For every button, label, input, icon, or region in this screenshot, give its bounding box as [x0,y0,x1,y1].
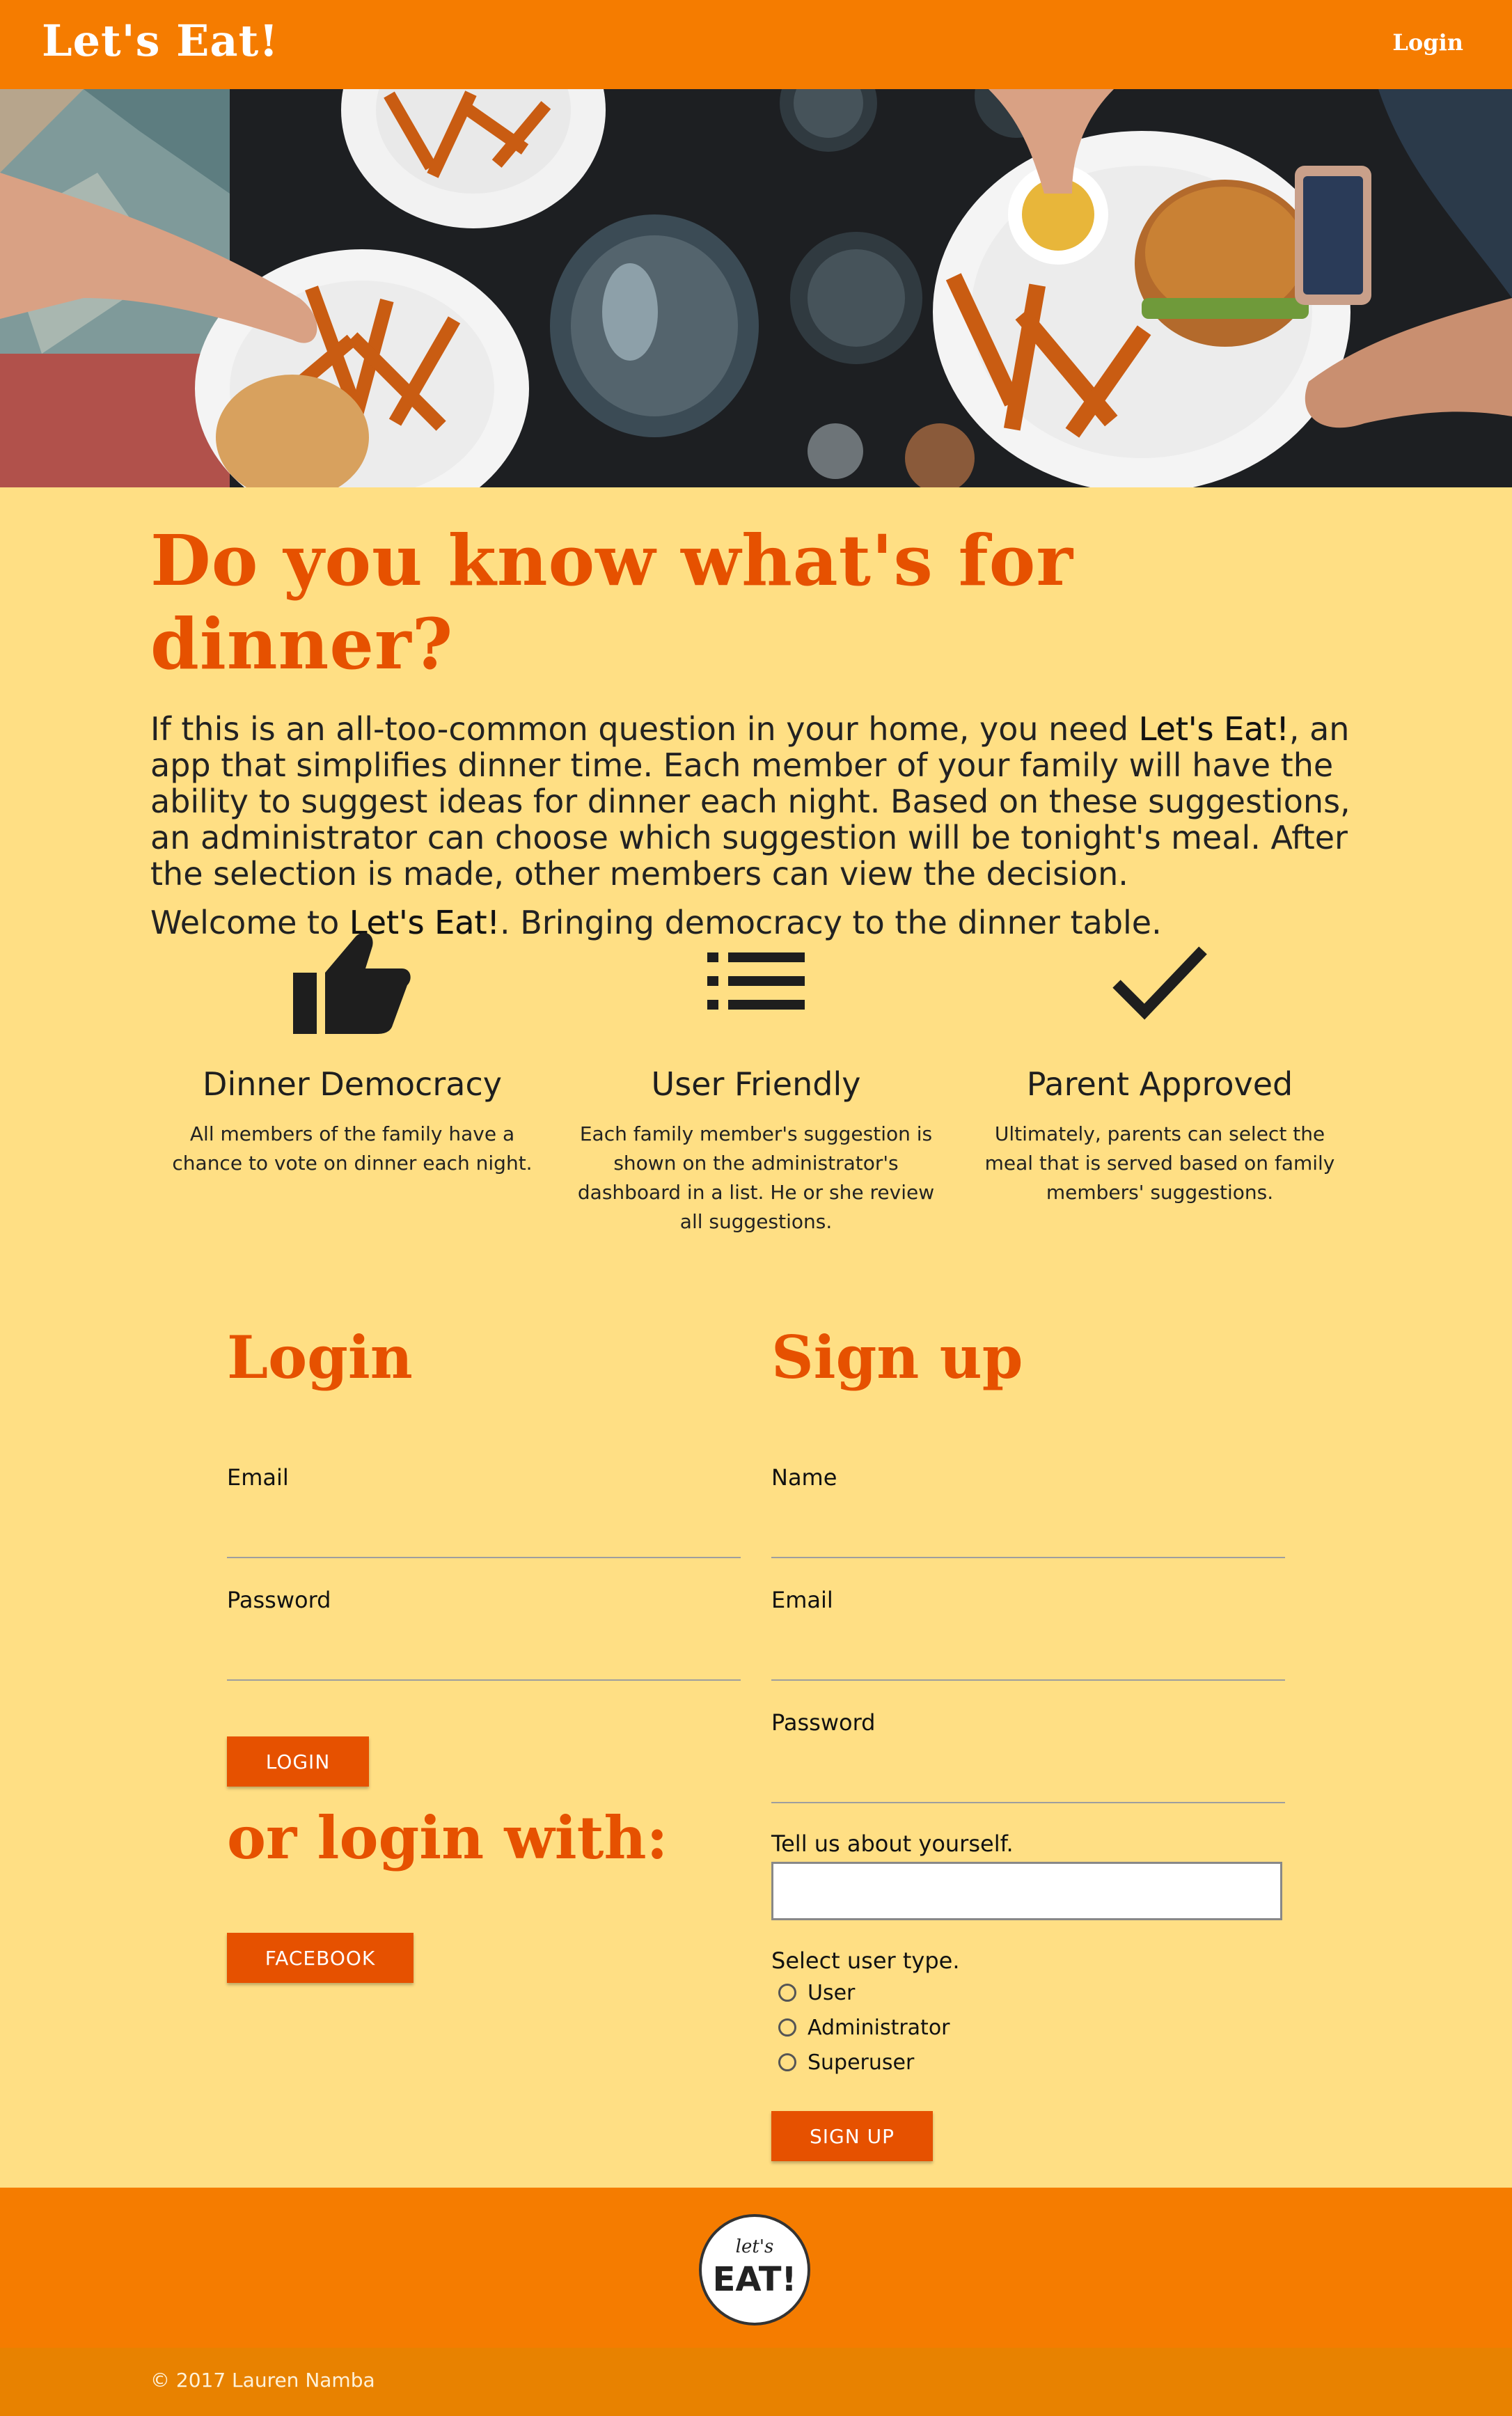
signup-name-input[interactable] [771,1519,1288,1554]
login-submit-button[interactable]: LOGIN [227,1736,369,1787]
signup-name-underline [771,1557,1285,1558]
feature-title: Parent Approved [1026,1065,1293,1103]
feature-dinner-democracy: Dinner Democracy All members of the fami… [150,926,554,1178]
signup-password-underline [771,1802,1285,1803]
signup-password-label: Password [771,1709,876,1736]
feature-title: Dinner Democracy [203,1065,502,1103]
login-password-underline [227,1679,741,1681]
brand-logo-text[interactable]: Let's Eat! [42,15,278,66]
signup-form: Sign up Name Email Password Tell us abou… [771,1323,1288,2161]
radio-option-user[interactable]: User [778,1977,855,2008]
feature-title: User Friendly [651,1065,861,1103]
signup-email-label: Email [771,1587,833,1613]
login-form: Login Email Password LOGIN or login with… [227,1323,743,1983]
radio-option-superuser[interactable]: Superuser [778,2047,914,2078]
login-email-input[interactable] [227,1448,743,1483]
feature-text: Ultimately, parents can select the meal … [984,1122,1335,1204]
checkmark-icon [958,926,1362,1037]
copyright-text: © 2017 Lauren Namba [150,2369,375,2392]
forms-section: Login Email Password LOGIN or login with… [0,1323,1512,2186]
intro-text-start: If this is an all-too-common question in… [150,710,1139,748]
facebook-login-button[interactable]: FACEBOOK [227,1933,414,1983]
login-password-input[interactable] [227,1640,743,1675]
radio-button[interactable] [778,2018,796,2037]
signup-email-input[interactable] [771,1640,1288,1675]
feature-user-friendly: User Friendly Each family member's sugge… [554,926,958,1237]
login-password-label: Password [227,1587,331,1613]
navbar: Let's Eat! Login [0,0,1512,89]
logo-text-top: let's [735,2236,774,2257]
copyright-bar: © 2017 Lauren Namba [0,2348,1512,2416]
nav-login-link[interactable]: Login [1392,29,1463,56]
footer-logo: let's EAT! [699,2214,810,2325]
features-row: Dinner Democracy All members of the fami… [150,926,1362,1233]
intro-app-name: Let's Eat! [1138,710,1289,748]
intro-paragraph: If this is an all-too-common question in… [150,711,1362,892]
login-title: Login [227,1323,413,1392]
signup-title: Sign up [771,1323,1023,1392]
list-icon [554,926,958,1037]
signup-about-textarea[interactable] [771,1862,1282,1920]
radio-button[interactable] [778,2053,796,2071]
signup-email-underline [771,1679,1285,1681]
logo-text-bottom: EAT! [712,2260,797,2299]
feature-parent-approved: Parent Approved Ultimately, parents can … [958,926,1362,1207]
social-login-title: or login with: [227,1803,668,1872]
signup-name-label: Name [771,1464,837,1491]
radio-label: Administrator [808,2015,950,2040]
radio-label: User [808,1980,856,2005]
signup-password-input[interactable] [771,1763,1288,1798]
radio-button[interactable] [778,1984,796,2002]
feature-text: All members of the family have a chance … [172,1122,533,1175]
page-headline: Do you know what's for dinner? [150,519,1074,685]
radio-option-administrator[interactable]: Administrator [778,2012,950,2043]
feature-text: Each family member's suggestion is shown… [577,1122,935,1233]
signup-about-label: Tell us about yourself. [771,1830,1014,1857]
hero-image [0,89,1512,487]
signup-user-type-label: Select user type. [771,1947,960,1974]
footer: let's EAT! [0,2188,1512,2348]
login-email-underline [227,1557,741,1558]
thumbs-up-icon [150,926,554,1037]
intro-section: Do you know what's for dinner? If this i… [150,519,1362,941]
radio-label: Superuser [808,2050,915,2075]
signup-submit-button[interactable]: SIGN UP [771,2111,933,2161]
